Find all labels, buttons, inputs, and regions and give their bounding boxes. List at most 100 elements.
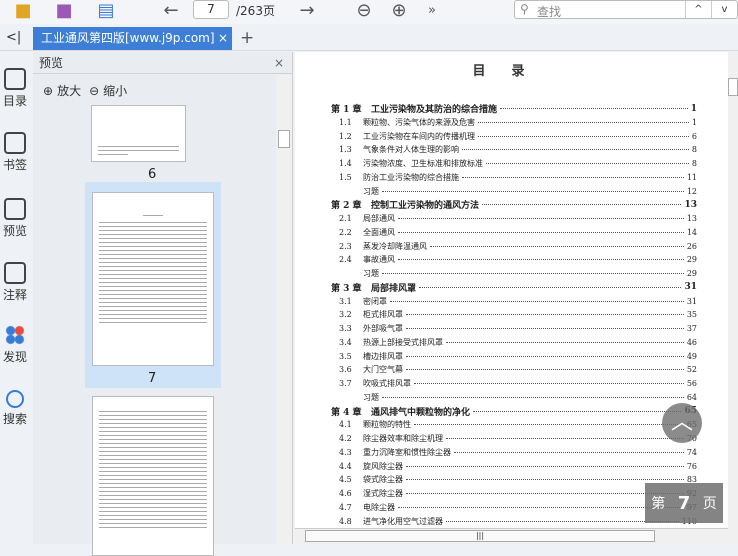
toc-number: 3.4	[339, 337, 352, 347]
toc-entry[interactable]: 4.2除尘器效率和除尘机理70	[331, 432, 697, 445]
toc-entry[interactable]: 第 4 章通风排气中颗粒物的净化65	[331, 405, 697, 418]
toc-entry[interactable]: 3.7 吹吸式排风罩 56	[331, 377, 697, 390]
toc-leader	[446, 438, 684, 439]
toc-leader	[398, 506, 684, 508]
search-input[interactable]: 查找	[537, 3, 561, 20]
toc-entry[interactable]: 1.3 气象条件对人体生理的影响 8	[331, 143, 697, 156]
toc-entry[interactable]: 1.1 颗粒物、污染气体的来源及危害 1	[331, 116, 697, 129]
new-tab-button[interactable]: +	[240, 28, 254, 48]
toc-leader	[382, 190, 684, 192]
toc-entry[interactable]: 第 2 章控制工业污染物的通风方法 13	[331, 198, 697, 212]
search-prev-button[interactable]: ^	[685, 1, 711, 18]
page-thumbnail-6[interactable]	[91, 105, 186, 162]
toc-page: 31	[686, 296, 697, 306]
toc-entry-title: 事故通风	[363, 255, 395, 265]
sidebar-item-preview[interactable]: 预览	[0, 198, 30, 239]
toc-leader	[382, 396, 684, 398]
preview-scrollbar[interactable]	[276, 75, 292, 544]
toc-entry[interactable]: 2.3 蒸发冷却降温通风 26	[331, 240, 697, 253]
preview-zoom-out-button[interactable]: 缩小	[103, 82, 127, 99]
toc-entry-title: 吹吸式排风罩	[363, 379, 411, 388]
horizontal-scroll-thumb[interactable]: |||	[305, 530, 655, 542]
toc-entry[interactable]: 4.1颗粒物的特性65	[331, 418, 697, 431]
toc-entry[interactable]: 1.2 工业污染物在车间内的传播机理 6	[331, 130, 697, 143]
toc-leader	[446, 520, 679, 522]
preview-scroll-thumb[interactable]	[278, 130, 290, 148]
toc-entry[interactable]: 4.3 重力沉降室和惯性除尘器 74	[331, 446, 697, 459]
toc-entry[interactable]: 4.5 袋式除尘器 83	[331, 473, 697, 486]
save-icon[interactable]: ■	[52, 0, 76, 21]
toc-leader	[390, 300, 684, 302]
toc-leader	[398, 259, 684, 261]
sidebar-item-annotations[interactable]: 注释	[0, 262, 30, 303]
toc-page: 31	[684, 282, 697, 293]
toc-leader	[419, 286, 682, 288]
sidebar-item-discover[interactable]: 发现	[0, 324, 30, 365]
toc-entry-title: 进气净化用空气过滤器	[363, 516, 443, 526]
zoom-in-icon[interactable]: ⊕	[387, 0, 411, 21]
collapse-sidebar-button[interactable]: <|	[6, 30, 21, 45]
toc-entry[interactable]: 习题 12	[331, 185, 697, 198]
preview-zoom-in-button[interactable]: 放大	[57, 82, 81, 99]
more-tools-button[interactable]: »	[424, 0, 440, 20]
document-horizontal-scrollbar[interactable]: |||	[295, 528, 728, 544]
toc-entry[interactable]: 4.8进气净化用空气过滤器110	[331, 515, 697, 528]
toc-leader	[406, 355, 684, 357]
toc-number: 3.1	[339, 296, 352, 306]
toc-entry[interactable]: 2.2 全面通风 14	[331, 226, 697, 239]
toc-number: 3.7	[339, 379, 352, 388]
toc-entry[interactable]: 3.2 柜式排风罩 35	[331, 308, 697, 321]
toc-entry[interactable]: 1.4 污染物浓度、卫生标准和排放标准 8	[331, 157, 697, 170]
toc-entry[interactable]: 习题 29	[331, 267, 697, 280]
toc-page: 29	[686, 255, 697, 265]
toc-entry[interactable]: 4.6湿式除尘器92	[331, 487, 697, 500]
tab-close-icon[interactable]: ×	[218, 27, 228, 50]
next-page-icon[interactable]: →	[294, 0, 320, 21]
toc-leader	[482, 204, 682, 206]
preview-header: 预览 ×	[33, 52, 292, 74]
toc-entry[interactable]: 3.6 大门空气幕 52	[331, 363, 697, 376]
document-vertical-scrollbar[interactable]	[728, 52, 738, 544]
pages-icon	[4, 198, 26, 220]
page-number-input[interactable]: 7	[193, 0, 229, 19]
toc-entry[interactable]: 3.1 密闭罩 31	[331, 295, 697, 308]
toc-leader	[500, 108, 688, 109]
scroll-to-top-button[interactable]: ︿	[662, 403, 702, 443]
sidebar-item-search[interactable]: 搜索	[0, 390, 30, 427]
open-folder-icon[interactable]: ■	[10, 0, 36, 21]
sidebar-item-toc[interactable]: 目录	[0, 68, 30, 109]
toc-entry[interactable]: 习题 64	[331, 391, 697, 404]
toc-entry[interactable]: 第 1 章工业污染物及其防治的综合措施 1	[331, 102, 697, 116]
toc-leader	[430, 245, 684, 247]
search-next-button[interactable]: v	[711, 1, 737, 18]
toc-entry-title: 控制工业污染物的通风方法	[371, 201, 480, 212]
toc-entry[interactable]: 3.4 热源上部接受式排风罩 46	[331, 336, 697, 349]
preview-close-icon[interactable]: ×	[274, 52, 284, 74]
toc-entry[interactable]: 4.7电除尘器97	[331, 501, 697, 514]
toc-leader	[406, 493, 684, 494]
toc-entry[interactable]: 4.4 旋风除尘器 76	[331, 460, 697, 473]
toc-page: 13	[684, 199, 697, 210]
toc-leader	[462, 176, 684, 178]
zoom-out-icon[interactable]: ⊖	[352, 0, 376, 21]
document-tab[interactable]: 工业通风第四版[www.j9p.com] ×	[33, 27, 232, 50]
sidebar-item-bookmarks[interactable]: 书签	[0, 132, 30, 173]
prev-page-icon[interactable]: ←	[158, 0, 184, 21]
page-thumbnail-7[interactable]	[92, 192, 214, 366]
zoom-out-icon[interactable]: ⊖	[89, 84, 99, 98]
toc-number: 4.4	[339, 461, 352, 471]
toc-leader	[478, 121, 689, 123]
toc-entry[interactable]: 3.3 外部吸气罩 37	[331, 322, 697, 335]
zoom-in-icon[interactable]: ⊕	[43, 84, 53, 98]
toc-page: 14	[686, 227, 697, 237]
toc-entry[interactable]: 2.4 事故通风 29	[331, 253, 697, 266]
toc-entry[interactable]: 3.5 槽边排风罩 49	[331, 350, 697, 363]
print-icon[interactable]: ▤	[94, 0, 118, 21]
search-box[interactable]: ⚲ 查找 ^ v	[514, 0, 738, 19]
page-thumbnail-8[interactable]	[92, 396, 214, 556]
toc-entry[interactable]: 2.1 局部通风 13	[331, 212, 697, 225]
vertical-scroll-thumb[interactable]	[728, 78, 738, 96]
toc-number: 4.5	[339, 475, 352, 485]
toc-entry[interactable]: 第 3 章局部排风罩 31	[331, 281, 697, 294]
toc-entry[interactable]: 1.5 防治工业污染物的综合措施 11	[331, 171, 697, 184]
